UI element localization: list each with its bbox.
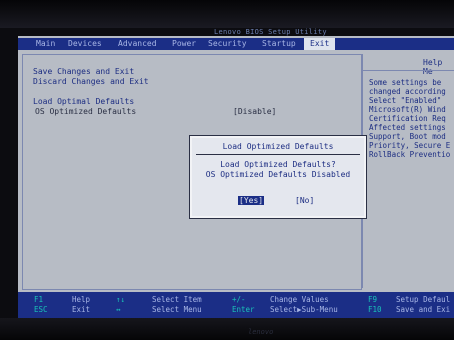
save-changes-exit-option[interactable]: Save Changes and Exit [33, 67, 134, 76]
load-optimal-defaults-option[interactable]: Load Optimal Defaults [33, 97, 134, 106]
menu-security[interactable]: Security [208, 39, 247, 48]
help-line: changed according [369, 87, 446, 96]
leftright-arrow-icon: ↔ [116, 305, 121, 314]
dialog-title: Load Optimized Defaults [222, 142, 334, 151]
os-optimized-defaults-label[interactable]: OS Optimized Defaults [35, 107, 136, 116]
menu-devices[interactable]: Devices [68, 39, 102, 48]
esc-key: ESC [34, 305, 48, 314]
help-line: Some settings be [369, 78, 442, 87]
help-line: Support, Boot mod [369, 132, 446, 141]
os-optimized-defaults-value[interactable]: [Disable] [233, 107, 276, 116]
plusminus-key: +/- [232, 295, 246, 304]
key-legend-bar: F1 Help ESC Exit ↑↓ Select Item ↔ Select… [18, 292, 454, 318]
bios-title: Lenovo BIOS Setup Utility [214, 28, 327, 36]
load-defaults-dialog: Load Optimized Defaults Load Optimized D… [190, 136, 366, 218]
f1-key: F1 [34, 295, 44, 304]
help-title: Help Me [423, 58, 443, 76]
no-button[interactable]: [No] [294, 196, 315, 205]
save-exit-label: Save and Exi [396, 305, 451, 314]
menu-power[interactable]: Power [172, 39, 196, 48]
change-values-label: Change Values [270, 295, 329, 304]
menu-bar: Main Devices Advanced Power Security Sta… [18, 38, 454, 50]
dialog-divider [196, 154, 360, 155]
menu-exit[interactable]: Exit [304, 38, 336, 50]
help-line: Certification Req [369, 114, 446, 123]
help-line: Affected settings [369, 123, 446, 132]
help-panel: Help Me Some settings be changed accordi… [362, 54, 454, 288]
lenovo-logo: lenovo [248, 328, 274, 336]
help-line: Select "Enabled" [369, 96, 442, 105]
help-line: Microsoft(R) Wind [369, 105, 446, 114]
select-item-label: Select Item [152, 295, 202, 304]
esc-label: Exit [72, 305, 91, 314]
submenu-label: Select▶Sub-Menu [270, 305, 338, 314]
enter-key: Enter [232, 305, 255, 314]
help-divider [363, 70, 454, 71]
dialog-status: OS Optimized Defaults Disabled [205, 170, 351, 179]
yes-button[interactable]: [Yes] [238, 196, 265, 205]
f9-key: F9 [368, 295, 378, 304]
monitor-bezel-top [0, 0, 454, 28]
updown-arrow-icon: ↑↓ [116, 295, 126, 304]
help-line: Priority, Secure E [369, 141, 451, 150]
menu-startup[interactable]: Startup [262, 39, 296, 48]
menu-main[interactable]: Main [36, 39, 55, 48]
menu-advanced[interactable]: Advanced [118, 39, 157, 48]
setup-defaults-label: Setup Defaul [396, 295, 451, 304]
discard-changes-exit-option[interactable]: Discard Changes and Exit [33, 77, 149, 86]
help-line: RollBack Preventio [369, 150, 451, 159]
dialog-question: Load Optimized Defaults? [220, 160, 336, 169]
select-menu-label: Select Menu [152, 305, 202, 314]
f1-label: Help [72, 295, 91, 304]
f10-key: F10 [368, 305, 382, 314]
monitor-bezel-bottom [0, 318, 454, 340]
